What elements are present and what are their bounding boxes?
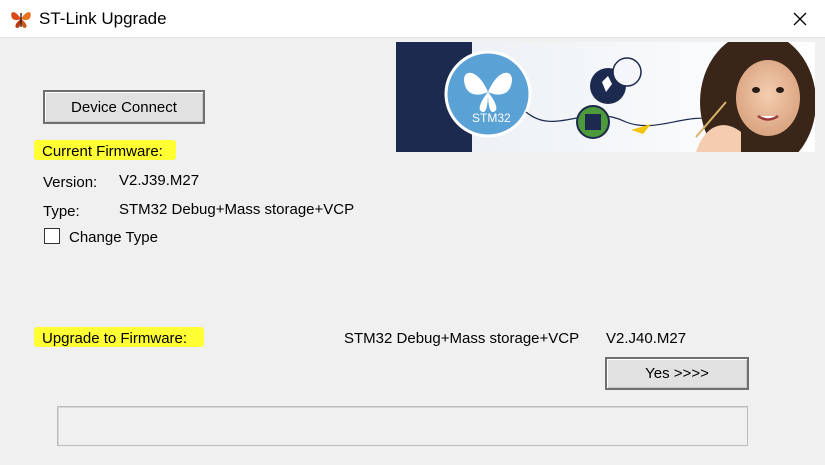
st-link-upgrade-window: ST-Link Upgrade STM32 Device Connect Cur… — [0, 0, 825, 465]
butterfly-icon — [9, 7, 33, 31]
upgrade-version-value: V2.J40.M27 — [606, 330, 687, 347]
banner-chip-label: STM32 — [472, 111, 511, 125]
version-value: V2.J39.M27 — [119, 172, 200, 189]
close-icon — [793, 12, 807, 26]
device-connect-button[interactable]: Device Connect — [43, 90, 205, 124]
upgrade-firmware-heading: Upgrade to Firmware: — [42, 330, 188, 347]
yes-upgrade-button[interactable]: Yes >>>> — [605, 357, 749, 390]
change-type-checkbox[interactable] — [44, 228, 60, 244]
window-title: ST-Link Upgrade — [39, 9, 167, 28]
upgrade-progress-bar — [57, 406, 748, 446]
upgrade-type-value: STM32 Debug+Mass storage+VCP — [344, 330, 580, 347]
type-label: Type: — [43, 203, 80, 220]
st-banner-image: STM32 — [396, 42, 815, 152]
version-label: Version: — [43, 174, 98, 191]
title-bar[interactable]: ST-Link Upgrade — [0, 0, 825, 38]
change-type-label[interactable]: Change Type — [69, 229, 158, 246]
type-value: STM32 Debug+Mass storage+VCP — [119, 201, 355, 218]
close-button[interactable] — [775, 0, 825, 38]
current-firmware-heading: Current Firmware: — [42, 143, 163, 160]
